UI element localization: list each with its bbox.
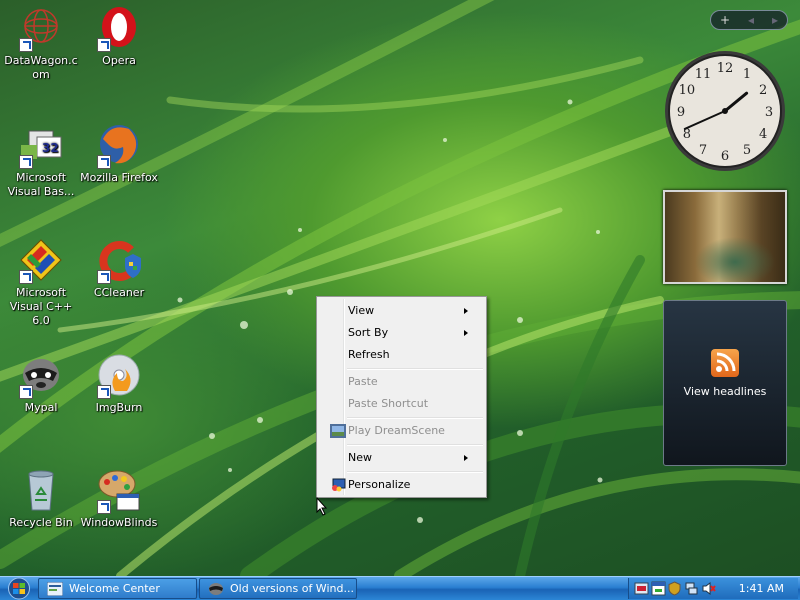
menu-separator — [347, 417, 483, 419]
desktop-icon-label: CCleaner — [93, 286, 145, 299]
next-page-button[interactable]: ▸ — [772, 13, 778, 27]
tray-app-icon[interactable] — [634, 581, 649, 596]
windowblinds-icon — [95, 466, 143, 514]
desktop-icon-label: Recycle Bin — [9, 516, 73, 529]
submenu-arrow-icon — [464, 330, 468, 336]
desktop-icon-recycle-bin[interactable]: Recycle Bin — [0, 466, 82, 530]
desktop-icon-firefox[interactable]: Mozilla Firefox — [78, 121, 160, 185]
taskbar-clock[interactable]: 1:41 AM — [739, 578, 784, 599]
desktop-icon-label: Microsoft Visual Bas... — [7, 171, 75, 198]
menu-item-new[interactable]: New — [319, 447, 484, 469]
rss-icon — [711, 349, 739, 377]
clock-numeral: 9 — [677, 105, 685, 120]
submenu-arrow-icon — [464, 455, 468, 461]
system-tray: 1:41 AM — [628, 578, 798, 599]
desktop-icon-ccleaner[interactable]: CCleaner — [78, 236, 160, 300]
firefox-icon — [95, 121, 143, 169]
visual-cpp-icon — [17, 236, 65, 284]
view-headlines-link[interactable]: View headlines — [664, 385, 786, 398]
mypal-browser-icon — [208, 582, 224, 596]
clock-gadget[interactable]: 1 2 3 4 5 6 7 8 9 10 11 12 — [662, 48, 788, 174]
desktop-icon-label: ImgBurn — [95, 401, 143, 414]
desktop-icon-label: Opera — [102, 54, 136, 67]
visual-basic-icon: 32 — [17, 121, 65, 169]
desktop-icon-label: Microsoft Visual C++ 6.0 — [9, 286, 73, 327]
clock-numeral: 6 — [721, 149, 729, 164]
menu-separator — [347, 444, 483, 446]
taskbar-button-welcome-center[interactable]: Welcome Center — [38, 578, 197, 599]
desktop-context-menu: View Sort By Refresh Paste Paste Shortcu… — [316, 296, 487, 498]
desktop-icon-visual-basic[interactable]: 32 Microsoft Visual Bas... — [0, 121, 82, 199]
mypal-icon — [17, 351, 65, 399]
opera-icon — [95, 4, 143, 52]
tray-network-icon[interactable] — [684, 581, 699, 596]
tray-security-icon[interactable] — [667, 581, 682, 596]
clock-numeral: 12 — [717, 61, 734, 76]
menu-item-view[interactable]: View — [319, 300, 484, 322]
desktop-icon-windowblinds[interactable]: WindowBlinds — [78, 466, 160, 530]
taskbar-button-old-versions[interactable]: Old versions of Wind... — [199, 578, 357, 599]
clock-numeral: 11 — [695, 67, 712, 82]
welcome-center-icon — [46, 581, 64, 597]
clock-numeral: 2 — [759, 83, 767, 98]
menu-item-paste[interactable]: Paste — [319, 371, 484, 393]
menu-item-paste-shortcut[interactable]: Paste Shortcut — [319, 393, 484, 415]
clock-numeral: 7 — [699, 143, 707, 158]
previous-page-button[interactable]: ◂ — [748, 13, 754, 27]
menu-item-play-dreamscene[interactable]: Play DreamScene — [319, 420, 484, 442]
datawagon-icon — [17, 4, 65, 52]
slideshow-gadget-photo[interactable] — [663, 190, 787, 284]
clock-numeral: 5 — [743, 143, 751, 158]
desktop-icon-visual-cpp[interactable]: Microsoft Visual C++ 6.0 — [0, 236, 82, 328]
svg-text:32: 32 — [42, 141, 59, 155]
menu-separator — [347, 368, 483, 370]
tray-windowblinds-icon[interactable] — [651, 581, 666, 596]
desktop-icon-opera[interactable]: Opera — [78, 4, 160, 68]
mouse-cursor-icon — [316, 496, 328, 519]
taskbar: Welcome Center Old versions of Wind... 1… — [0, 576, 800, 600]
clock-numeral: 10 — [679, 83, 696, 98]
gadget-controls: + ◂ ▸ — [710, 10, 788, 30]
start-button[interactable] — [4, 577, 34, 600]
menu-item-personalize[interactable]: Personalize — [319, 474, 484, 496]
feed-headlines-gadget[interactable]: View headlines — [663, 300, 787, 466]
submenu-arrow-icon — [464, 308, 468, 314]
menu-item-refresh[interactable]: Refresh — [319, 344, 484, 366]
desktop-icon-datawagon[interactable]: DataWagon.c om — [0, 4, 82, 82]
clock-numeral: 3 — [765, 105, 773, 120]
desktop-icon-imgburn[interactable]: ImgBurn — [78, 351, 160, 415]
clock-numeral: 1 — [743, 67, 751, 82]
desktop-icon-label: WindowBlinds — [80, 516, 158, 529]
menu-item-sort-by[interactable]: Sort By — [319, 322, 484, 344]
desktop-icon-mypal[interactable]: Mypal — [0, 351, 82, 415]
clock-numeral: 4 — [759, 127, 767, 142]
dreamscene-icon — [330, 424, 346, 438]
add-gadget-button[interactable]: + — [720, 13, 730, 27]
personalize-icon — [330, 478, 346, 492]
desktop-icon-label: Mypal — [24, 401, 58, 414]
desktop-icon-label: Mozilla Firefox — [80, 171, 158, 184]
menu-separator — [347, 471, 483, 473]
recycle-bin-icon — [17, 466, 65, 514]
tray-volume-muted-icon[interactable] — [701, 581, 716, 596]
ccleaner-icon — [95, 236, 143, 284]
imgburn-icon — [95, 351, 143, 399]
desktop-icon-label: DataWagon.c om — [4, 54, 78, 81]
